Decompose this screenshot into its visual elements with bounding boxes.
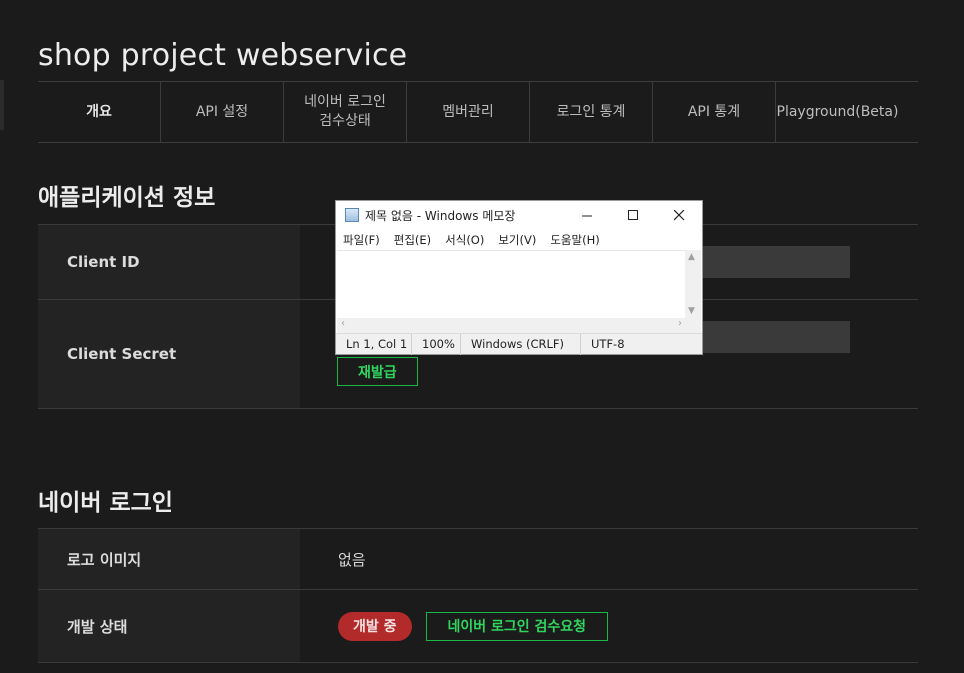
main-tabs: 개요 API 설정 네이버 로그인 검수상태 멤버관리 로그인 통계 API 통… bbox=[38, 81, 918, 143]
login-review-request-button[interactable]: 네이버 로그인 검수요청 bbox=[425, 611, 609, 641]
menu-help[interactable]: 도움말(H) bbox=[550, 232, 599, 248]
scroll-down-icon[interactable]: ▼ bbox=[688, 306, 695, 316]
dev-status-label: 개발 상태 bbox=[38, 590, 300, 662]
scroll-left-icon[interactable]: ‹ bbox=[341, 318, 345, 329]
notepad-statusbar: Ln 1, Col 1 100% Windows (CRLF) UTF-8 bbox=[336, 333, 702, 355]
minimize-icon[interactable] bbox=[564, 201, 610, 229]
logo-image-row: 로고 이미지 없음 bbox=[38, 529, 918, 590]
logo-image-value: 없음 bbox=[338, 550, 366, 569]
logo-image-label: 로고 이미지 bbox=[38, 529, 300, 589]
notepad-text-area[interactable] bbox=[337, 250, 686, 318]
scroll-right-icon[interactable]: › bbox=[678, 318, 682, 329]
scroll-up-icon[interactable]: ▲ bbox=[688, 252, 695, 262]
tab-api-stats[interactable]: API 통계 bbox=[653, 82, 776, 142]
naver-login-title: 네이버 로그인 bbox=[38, 490, 173, 516]
naver-login-table: 로고 이미지 없음 개발 상태 개발 중 네이버 로그인 검수요청 bbox=[38, 528, 918, 663]
menu-view[interactable]: 보기(V) bbox=[498, 232, 536, 248]
notepad-window[interactable]: 제목 없음 - Windows 메모장 파일(F) 편집(E) 서식(O) 보기… bbox=[335, 200, 703, 355]
menu-edit[interactable]: 편집(E) bbox=[394, 232, 431, 248]
scrollbar-corner bbox=[685, 318, 701, 333]
status-badge: 개발 중 bbox=[338, 611, 412, 641]
horizontal-scrollbar[interactable]: ‹ › bbox=[337, 318, 686, 333]
encoding: UTF-8 bbox=[591, 336, 625, 351]
tab-member-management[interactable]: 멤버관리 bbox=[407, 82, 530, 142]
menu-format[interactable]: 서식(O) bbox=[445, 232, 484, 248]
vertical-scrollbar[interactable]: ▲ ▼ bbox=[685, 250, 701, 318]
zoom-level: 100% bbox=[412, 333, 461, 355]
left-edge-marker bbox=[0, 80, 4, 130]
notepad-title: 제목 없음 - Windows 메모장 bbox=[365, 208, 516, 223]
cursor-position: Ln 1, Col 1 bbox=[336, 333, 412, 355]
tab-playground[interactable]: Playground(Beta) bbox=[776, 82, 899, 142]
notepad-menubar: 파일(F) 편집(E) 서식(O) 보기(V) 도움말(H) bbox=[336, 229, 702, 250]
client-id-label: Client ID bbox=[38, 225, 300, 299]
tab-overview[interactable]: 개요 bbox=[38, 82, 161, 142]
tab-api-settings[interactable]: API 설정 bbox=[161, 82, 284, 142]
window-controls bbox=[564, 201, 702, 229]
app-title: shop project webservice bbox=[38, 38, 408, 73]
dev-status-cell: 개발 중 네이버 로그인 검수요청 bbox=[300, 590, 918, 662]
tab-login-review-status[interactable]: 네이버 로그인 검수상태 bbox=[284, 82, 407, 142]
reissue-button[interactable]: 재발급 bbox=[337, 357, 418, 386]
notepad-titlebar[interactable]: 제목 없음 - Windows 메모장 bbox=[336, 201, 702, 229]
line-ending: Windows (CRLF) bbox=[461, 333, 581, 355]
close-icon[interactable] bbox=[656, 201, 702, 229]
dev-status-row: 개발 상태 개발 중 네이버 로그인 검수요청 bbox=[38, 590, 918, 663]
app-info-title: 애플리케이션 정보 bbox=[38, 185, 216, 211]
maximize-icon[interactable] bbox=[610, 201, 656, 229]
menu-file[interactable]: 파일(F) bbox=[343, 232, 380, 248]
notepad-icon bbox=[345, 208, 359, 222]
client-secret-label: Client Secret bbox=[38, 300, 300, 408]
tab-login-stats[interactable]: 로그인 통계 bbox=[530, 82, 653, 142]
